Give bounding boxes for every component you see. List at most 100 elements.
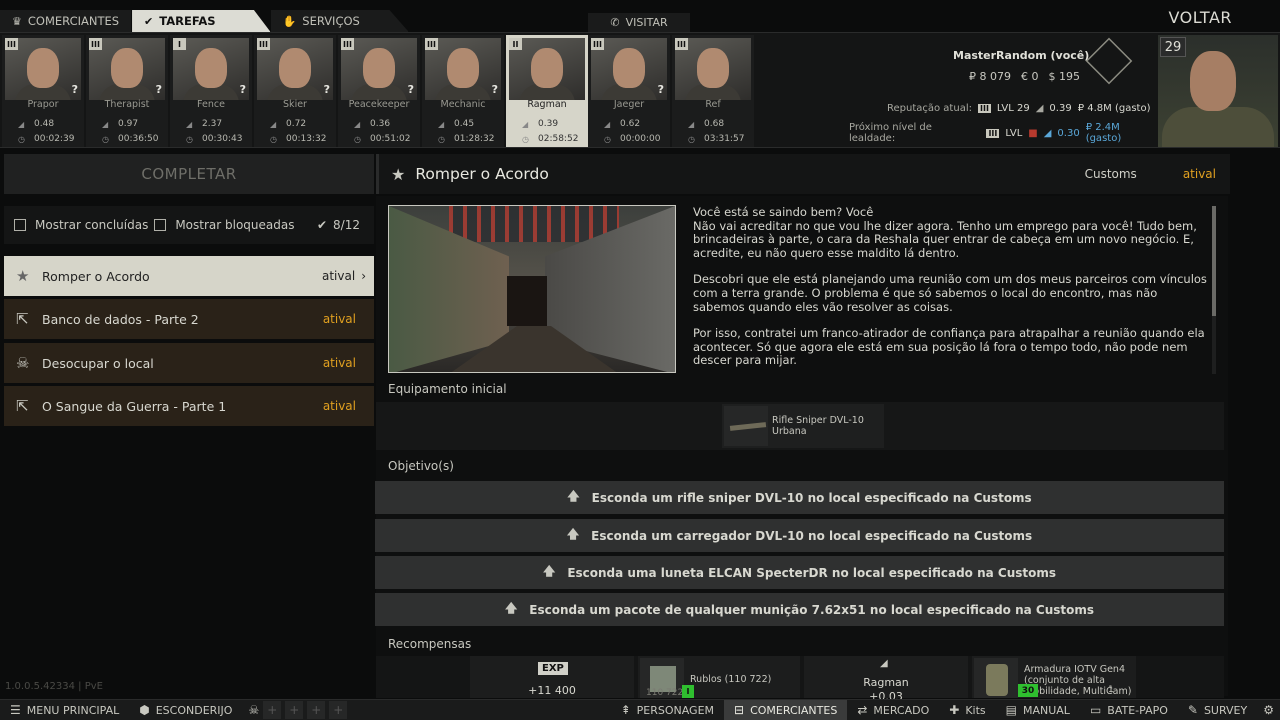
trader-timer: ◷ 03:31:57: [688, 134, 744, 144]
trader-standing: ◢ 0.36: [354, 119, 390, 129]
bottom-label: MENU PRINCIPAL: [26, 703, 120, 717]
quest-list-item[interactable]: ⇱ O Sangue da Guerra - Parte 1 atival: [4, 386, 374, 426]
trader-card-mechanic[interactable]: III? Mechanic ◢ 0.45 ◷ 01:28:32: [422, 35, 504, 147]
trader-standing: ◢ 0.39: [522, 119, 558, 129]
trader-name: Prapor: [27, 99, 59, 110]
trader-card-skier[interactable]: III? Skier ◢ 0.72 ◷ 00:13:32: [254, 35, 336, 147]
current-reputation-row: Reputação atual: III LVL 29 ◢ 0.39 ₽ 4.8…: [887, 103, 1150, 114]
tab-label: TAREFAS: [159, 14, 216, 28]
reward-roubles[interactable]: Rublos (110 722) 110 722 I: [638, 656, 800, 698]
trader-card-ragman[interactable]: II Ragman ◢ 0.39 ◷ 02:58:52: [506, 35, 588, 147]
unknown-marker: ?: [155, 83, 162, 96]
bottom-label: ESCONDERIJO: [155, 703, 233, 717]
chat-icon: ▭: [1089, 703, 1102, 717]
objective-item[interactable]: 🡅 Esconda uma luneta ELCAN SpecterDR no l…: [375, 556, 1224, 589]
quick-slot[interactable]: ☠: [242, 700, 263, 720]
trader-standing-value: 0.45: [454, 119, 475, 129]
reward-trader-standing: ◢ Ragman +0.03: [804, 656, 968, 703]
description-paragraph: Por isso, contratei um franco-atirador d…: [693, 326, 1205, 368]
quick-slot-add[interactable]: +: [285, 701, 304, 719]
equipment-label: Equipamento inicial: [388, 382, 507, 396]
menu-principal-button[interactable]: ☰ MENU PRINCIPAL: [0, 700, 129, 720]
exp-value: +11 400: [528, 684, 576, 697]
personagem-button[interactable]: ⇞ PERSONAGEM: [611, 700, 724, 720]
show-locked-checkbox[interactable]: [154, 219, 167, 231]
quick-slot-add[interactable]: +: [329, 701, 348, 719]
manual-button[interactable]: ▤ MANUAL: [996, 700, 1080, 720]
trader-name: Ref: [705, 99, 721, 110]
signal-icon: ◢: [604, 119, 611, 129]
trader-name: Skier: [283, 99, 307, 110]
trader-name: Peacekeeper: [348, 99, 410, 110]
trader-card-fence[interactable]: I? Fence ◢ 2.37 ◷ 00:30:43: [170, 35, 252, 147]
back-button[interactable]: VOLTAR: [1168, 8, 1232, 27]
tab-comerciantes[interactable]: ♛ COMERCIANTES: [0, 10, 133, 32]
trader-level-badge: III: [89, 38, 102, 50]
trader-card-peacekeeper[interactable]: III? Peacekeeper ◢ 0.36 ◷ 00:51:02: [338, 35, 420, 147]
quest-list-name: O Sangue da Guerra - Parte 1: [42, 398, 227, 414]
clock-icon: ◷: [186, 134, 193, 144]
hide-item-icon: 🡅: [566, 527, 580, 541]
signal-icon: ◢: [1043, 127, 1052, 139]
show-completed-checkbox[interactable]: [14, 219, 26, 231]
player-level-badge: 29: [1160, 37, 1186, 57]
survey-button[interactable]: ✎ SURVEY: [1178, 700, 1257, 720]
tab-tarefas[interactable]: ✔ TAREFAS: [132, 10, 271, 32]
level-warning-icon: ■: [1028, 127, 1038, 139]
quest-list-status: atival: [322, 399, 356, 413]
reward-armor[interactable]: Armadura IOTV Gen4 (conjunto de alta mob…: [972, 656, 1136, 698]
skull-icon: ☠: [248, 703, 260, 717]
objective-text: Esconda uma luneta ELCAN SpecterDR no lo…: [567, 565, 1057, 580]
trader-card-prapor[interactable]: III? Prapor ◢ 0.48 ◷ 00:02:39: [2, 35, 84, 147]
bate-papo-button[interactable]: ▭ BATE-PAPO: [1080, 700, 1178, 720]
hideout-icon: ⬢: [139, 703, 150, 717]
objective-item[interactable]: 🡅 Esconda um carregador DVL-10 no local e…: [375, 519, 1224, 552]
mercado-button[interactable]: ⇄ MERCADO: [847, 700, 939, 720]
description-scrollbar[interactable]: [1212, 206, 1216, 374]
player-avatar[interactable]: 29: [1158, 35, 1278, 147]
esconderijo-button[interactable]: ⬢ ESCONDERIJO: [129, 700, 242, 720]
bottom-label: BATE-PAPO: [1107, 703, 1168, 717]
quest-list-item[interactable]: ☠ Desocupar o local atival: [4, 343, 374, 383]
quest-list-item[interactable]: ⇱ Banco de dados - Parte 2 atival: [4, 299, 374, 339]
quick-slot-add[interactable]: +: [263, 701, 282, 719]
objective-item[interactable]: 🡅 Esconda um rifle sniper DVL-10 no local…: [375, 481, 1224, 514]
quest-list-item[interactable]: ★ Romper o Acordo atival ›: [4, 256, 374, 296]
comerciantes-button[interactable]: ⊟ COMERCIANTES: [724, 699, 848, 720]
trader-timer-value: 00:51:02: [370, 134, 411, 144]
trader-timer-value: 02:58:52: [538, 134, 579, 144]
trader-name: Fence: [197, 99, 225, 110]
escape-icon: ⇱: [16, 310, 29, 328]
menu-icon: ☰: [10, 703, 21, 717]
trader-standing-value: 0.97: [118, 119, 139, 129]
signal-icon: ◢: [522, 119, 529, 129]
trader-timer-value: 00:30:43: [202, 134, 243, 144]
quick-slot-add[interactable]: +: [307, 701, 326, 719]
current-rep-spent: ₽ 4.8M (gasto): [1077, 103, 1151, 114]
unknown-marker: ?: [239, 83, 246, 96]
bottom-label: SURVEY: [1203, 703, 1248, 717]
trader-standing: ◢ 0.72: [270, 119, 306, 129]
description-paragraph: Você está se saindo bem? Você Não vai ac…: [693, 206, 1197, 260]
trader-card-ref[interactable]: III Ref ◢ 0.68 ◷ 03:31:57: [672, 35, 754, 147]
complete-button[interactable]: COMPLETAR: [4, 154, 374, 194]
settings-button[interactable]: ⚙: [1257, 700, 1280, 720]
tab-servicos[interactable]: ✋ SERVIÇOS: [270, 10, 409, 32]
trader-timer-value: 00:00:00: [620, 134, 661, 144]
armor-icon: [974, 658, 1018, 698]
signal-icon: ◢: [270, 119, 277, 129]
equipment-item[interactable]: Rifle Sniper DVL-10 Urbana: [722, 404, 884, 448]
trader-card-therapist[interactable]: III? Therapist ◢ 0.97 ◷ 00:36:50: [86, 35, 168, 147]
visit-button[interactable]: ✆ VISITAR: [588, 13, 690, 32]
trader-card-jaeger[interactable]: III? Jaeger ◢ 0.62 ◷ 00:00:00: [588, 35, 670, 147]
kits-icon: ✚: [949, 703, 960, 717]
objective-item[interactable]: 🡅 Esconda um pacote de qualquer munição 7…: [375, 593, 1224, 626]
kits-button[interactable]: ✚ Kits: [939, 700, 995, 720]
bottom-label: COMERCIANTES: [750, 703, 838, 717]
next-loyalty-row: Próximo nível de lealdade: III LVL ■ ◢ 0…: [849, 122, 1158, 144]
tab-label: COMERCIANTES: [27, 14, 120, 28]
escape-icon: ⇱: [16, 397, 29, 415]
quest-description: Você está se saindo bem? Você Não vai ac…: [693, 206, 1209, 374]
clock-icon: ◷: [270, 134, 277, 144]
bottom-label: Kits: [965, 703, 986, 717]
